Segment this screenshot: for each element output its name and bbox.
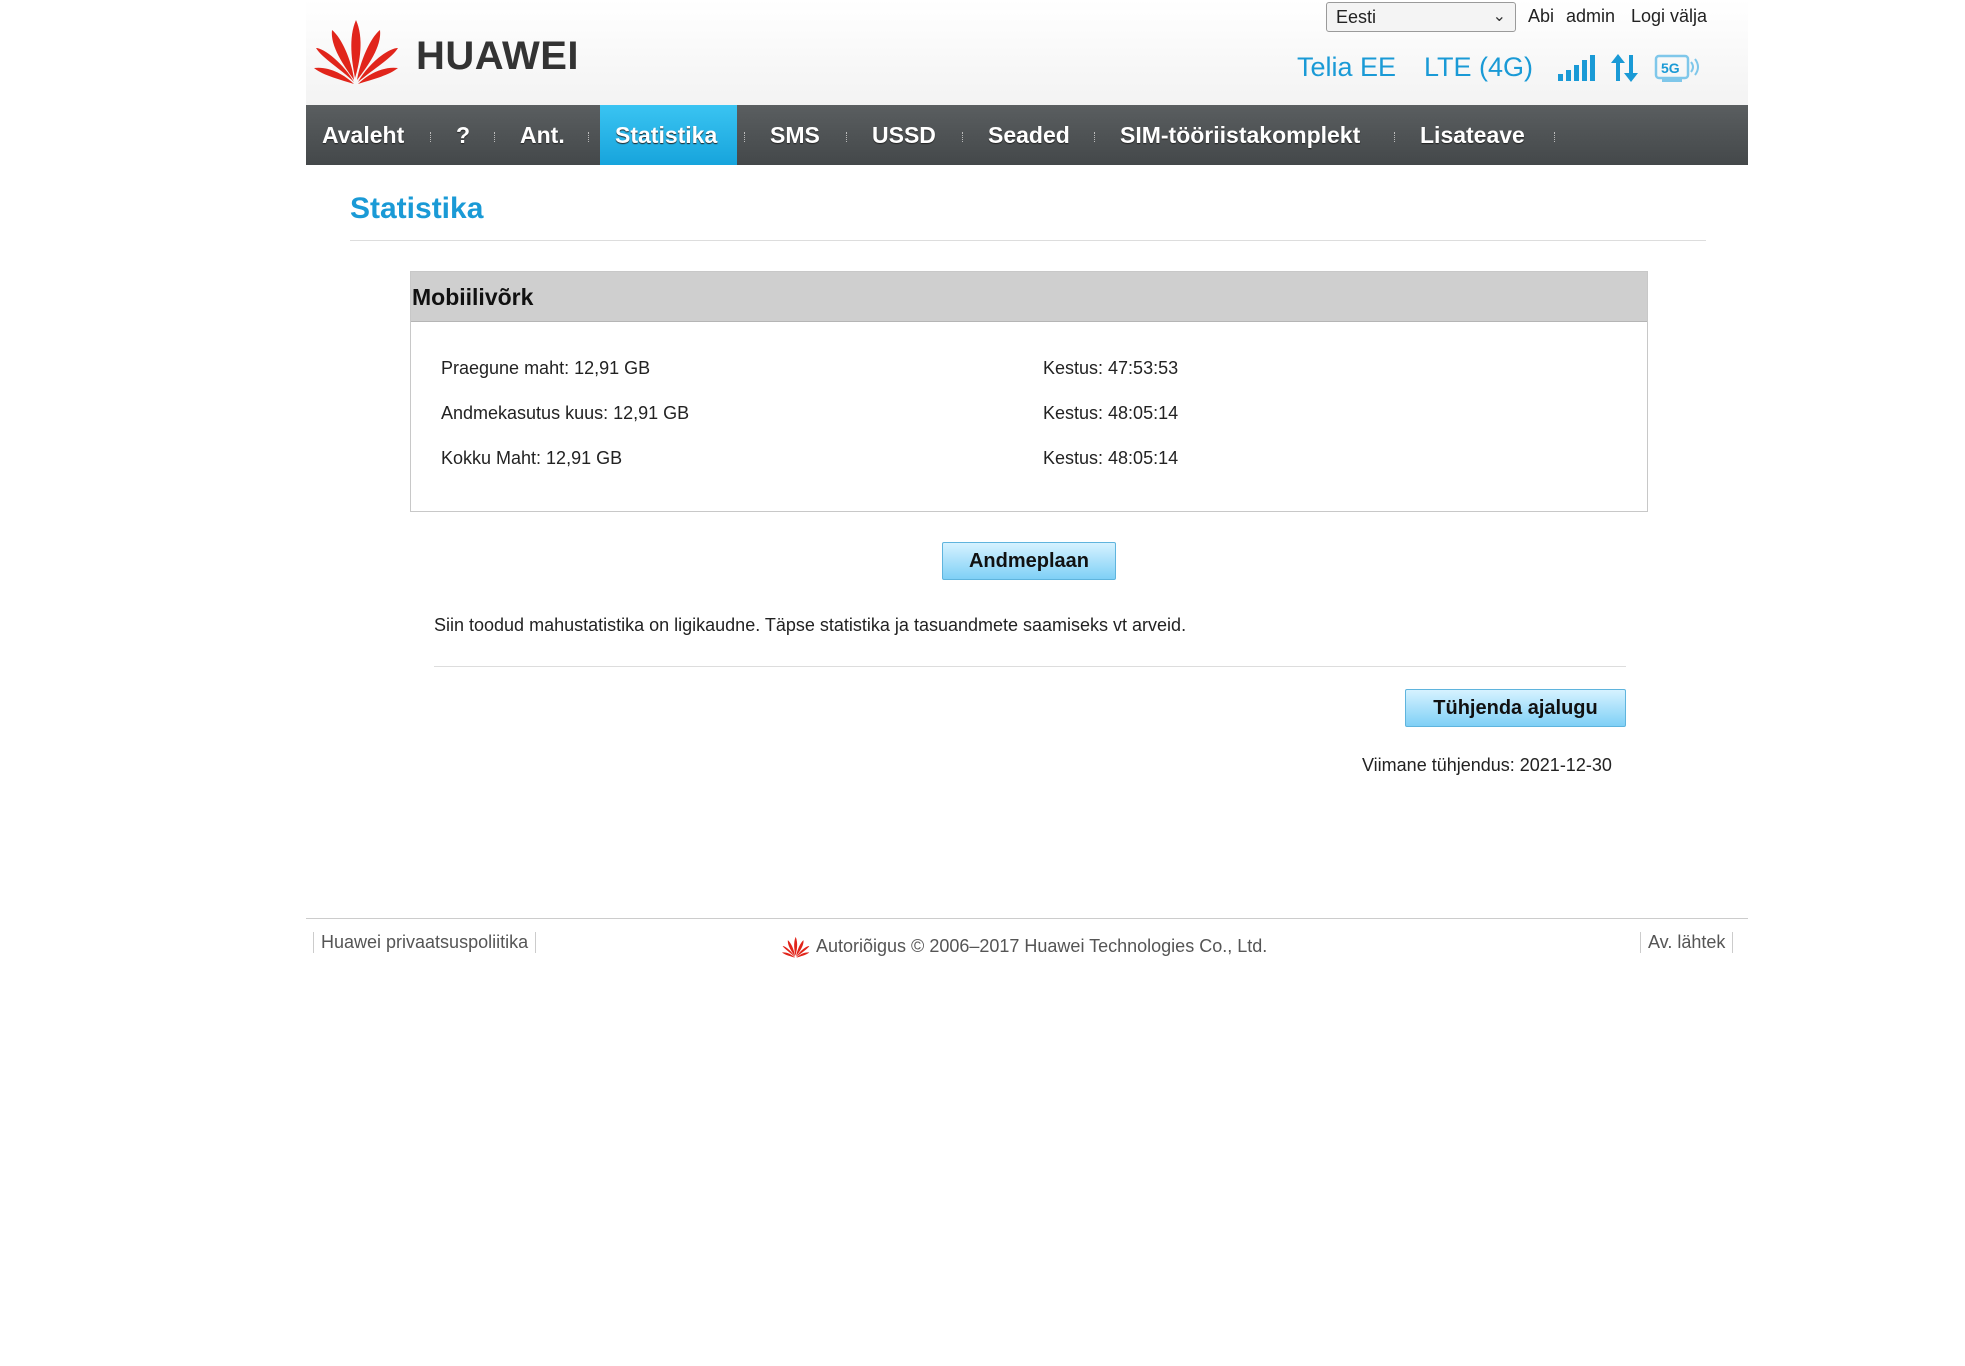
monthly-usage: Andmekasutus kuus: 12,91 GB: [441, 403, 690, 423]
monthly-duration: Kestus: 48:05:14: [1043, 403, 1179, 423]
language-select[interactable]: Eesti ⌄: [1326, 2, 1516, 32]
logout-link[interactable]: Logi välja: [1631, 6, 1707, 27]
chevron-down-icon: ⌄: [1492, 8, 1506, 25]
total-volume: Kokku Maht: 12,91 GB: [441, 448, 623, 468]
nav-item-statistika[interactable]: Statistika: [600, 105, 737, 165]
nav-separator: [1394, 132, 1397, 142]
current-volume: Praegune maht: 12,91 GB: [441, 358, 651, 378]
nav-separator: [846, 132, 849, 142]
data-transfer-icon: [1611, 54, 1638, 82]
page: HUAWEI Eesti ⌄ Abi admin Logi välja Teli…: [0, 0, 1965, 1366]
total-duration: Kestus: 48:05:14: [1043, 448, 1179, 468]
signal-bars-icon[interactable]: [1556, 54, 1596, 82]
operator-name: Telia EE: [1297, 52, 1397, 82]
statistics-note: Siin toodud mahustatistika on ligikaudne…: [434, 615, 1187, 635]
nav-separator: [962, 132, 965, 142]
nav-item-help[interactable]: ?: [456, 105, 470, 165]
nav-item-sim-toolkit[interactable]: SIM-tööriistakomplekt: [1120, 105, 1360, 165]
network-type: LTE (4G): [1424, 52, 1534, 82]
nav-separator: [588, 132, 591, 142]
5g-router-icon[interactable]: 5G: [1654, 54, 1702, 84]
huawei-flower-icon: [782, 936, 810, 958]
nav-item-sms[interactable]: SMS: [770, 105, 820, 165]
last-cleared-date: Viimane tühjendus: 2021-12-30: [1362, 755, 1612, 775]
privacy-policy-link[interactable]: Huawei privaatsuspoliitika: [313, 932, 537, 953]
footer-divider: [306, 918, 1748, 919]
nav-separator: [1554, 132, 1557, 142]
header: HUAWEI Eesti ⌄ Abi admin Logi välja Teli…: [306, 0, 1748, 105]
copyright-text: Autoriõigus © 2006–2017 Huawei Technolog…: [816, 936, 1268, 956]
nav-item-avaleht[interactable]: Avaleht: [322, 105, 404, 165]
help-link[interactable]: Abi: [1528, 6, 1554, 27]
nav-item-ant[interactable]: Ant.: [520, 105, 565, 165]
page-title: Statistika: [350, 192, 484, 225]
nav-item-lisateave[interactable]: Lisateave: [1420, 105, 1525, 165]
mobile-network-panel: Mobiilivõrk Praegune maht: 12,91 GB Kest…: [410, 271, 1648, 512]
huawei-logo[interactable]: HUAWEI: [314, 18, 584, 88]
open-source-link[interactable]: Av. lähtek: [1640, 932, 1734, 953]
main-nav: Avaleht ? Ant. Statistika SMS USSD Seade…: [306, 105, 1748, 165]
divider: [434, 666, 1626, 667]
clear-history-button[interactable]: Tühjenda ajalugu: [1405, 689, 1626, 727]
huawei-flower-icon: [314, 20, 398, 84]
panel-header: Mobiilivõrk: [411, 272, 1647, 322]
nav-item-seaded[interactable]: Seaded: [988, 105, 1070, 165]
divider: [350, 240, 1706, 241]
language-value: Eesti: [1336, 7, 1377, 27]
nav-separator: [1094, 132, 1097, 142]
brand-name: HUAWEI: [416, 34, 579, 78]
data-plan-button[interactable]: Andmeplaan: [942, 542, 1116, 580]
nav-separator: [744, 132, 747, 142]
user-link[interactable]: admin: [1566, 6, 1615, 27]
svg-text:5G: 5G: [1661, 60, 1680, 76]
nav-separator: [430, 132, 433, 142]
current-duration: Kestus: 47:53:53: [1043, 358, 1179, 378]
panel-title: Mobiilivõrk: [412, 284, 534, 310]
nav-item-ussd[interactable]: USSD: [872, 105, 936, 165]
nav-separator: [494, 132, 497, 142]
